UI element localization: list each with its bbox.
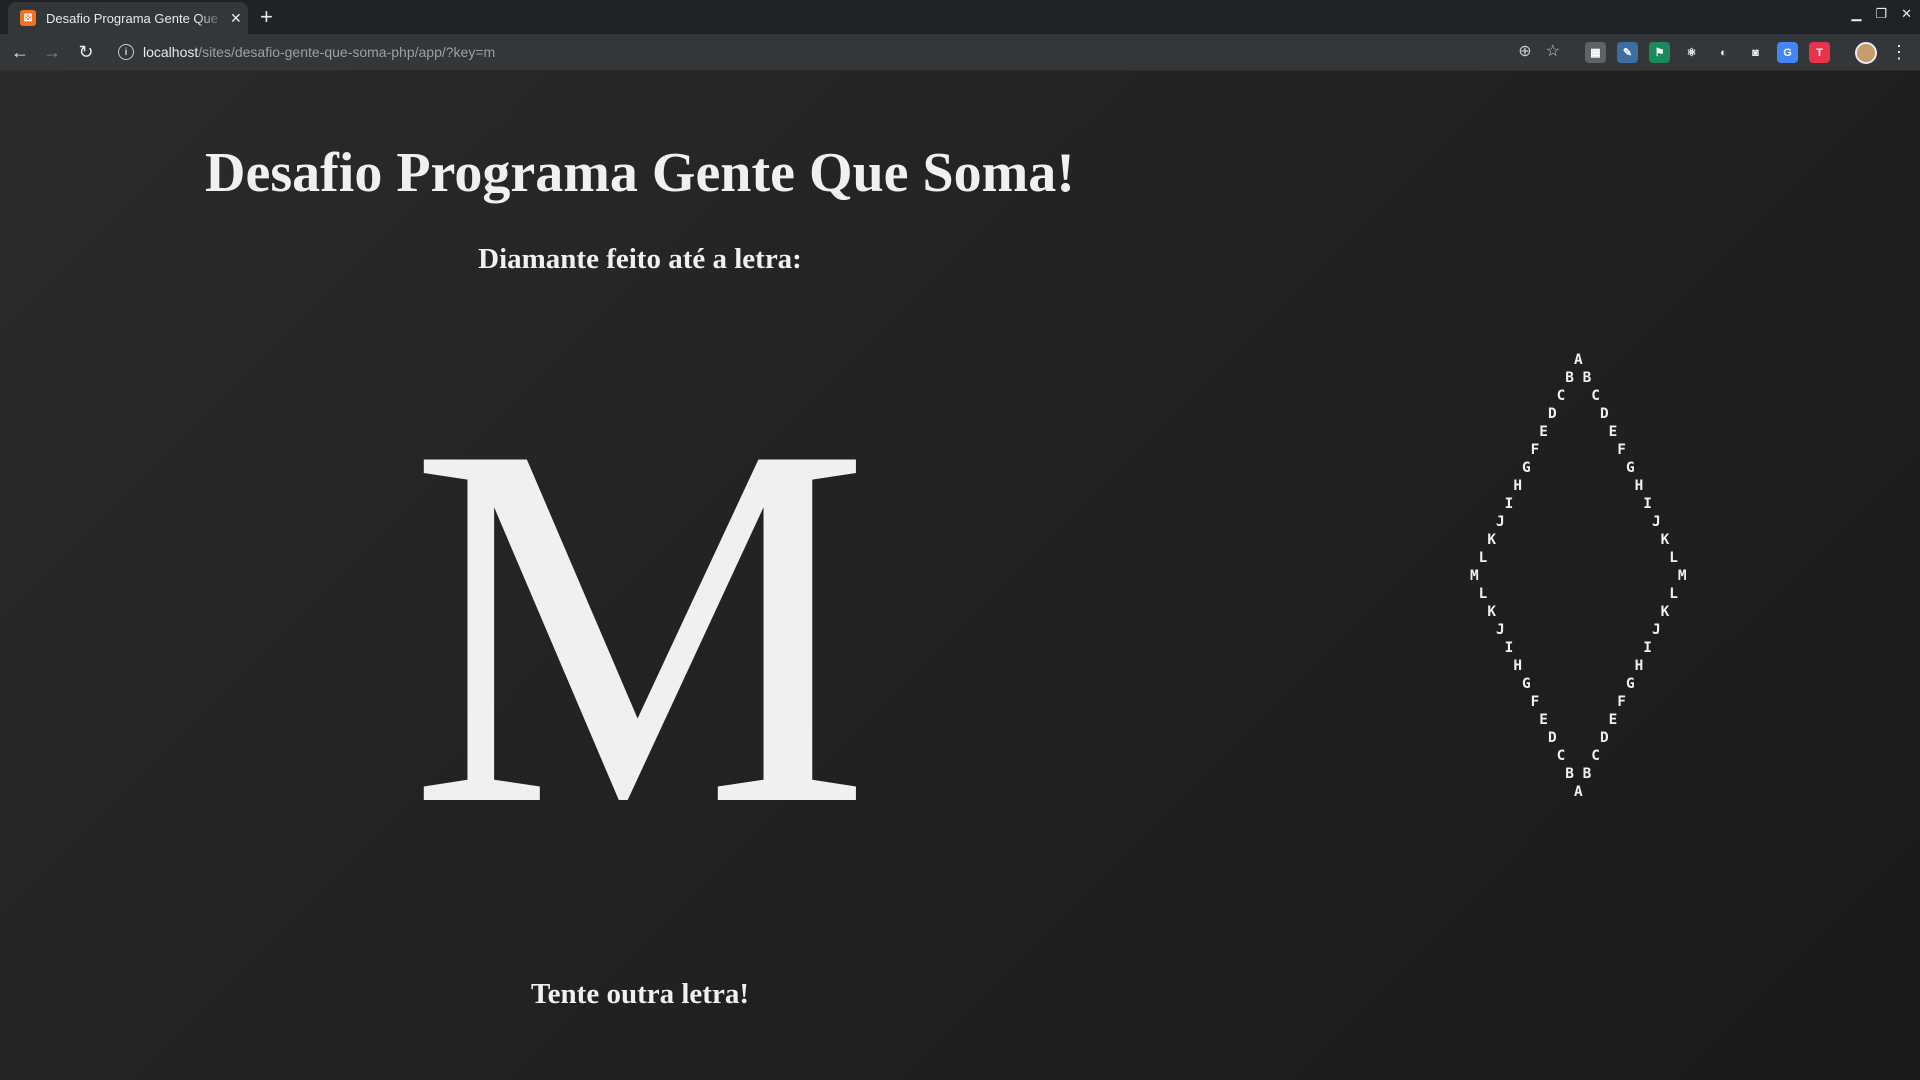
url-host: localhost <box>143 44 199 60</box>
diamond-row: D D <box>1470 730 1609 746</box>
extension-5-icon[interactable]: ◐ <box>1713 42 1734 63</box>
diamond-row: L L <box>1470 550 1678 566</box>
tab-title: Desafio Programa Gente Que Soma! <box>46 10 224 26</box>
diamond-row: I I <box>1470 640 1652 656</box>
zoom-icon[interactable]: ⊕ <box>1518 39 1531 65</box>
extension-3-icon[interactable]: ⚑ <box>1649 42 1670 63</box>
close-tab-icon[interactable]: ✕ <box>230 10 242 27</box>
xampp-favicon-icon: ⚄ <box>20 10 36 26</box>
diamond-row: A <box>1470 352 1583 368</box>
diamond-row: M M <box>1470 568 1687 584</box>
selected-letter: M <box>408 338 872 913</box>
diamond-row: E E <box>1470 424 1618 440</box>
browser-tab[interactable]: ⚄ Desafio Programa Gente Que Soma! ✕ <box>8 2 248 34</box>
retry-message: Tente outra letra! <box>531 978 749 1010</box>
diamond-row: D D <box>1470 406 1609 422</box>
menu-dots-icon[interactable]: ⋮ <box>1890 42 1908 62</box>
page-title: Desafio Programa Gente Que Soma! <box>205 142 1075 204</box>
letter-diamond: A B B C C D D E E F F G G H H I I J J K … <box>1470 351 1687 801</box>
diamond-row: L L <box>1470 586 1678 602</box>
omnibox-icons: ⊕ ☆ <box>1518 39 1560 65</box>
diamond-row: C C <box>1470 748 1600 764</box>
diamond-row: J J <box>1470 514 1661 530</box>
diamond-row: B B <box>1470 766 1592 782</box>
minimize-icon[interactable]: ▁ <box>1851 6 1861 22</box>
url-text[interactable]: localhost/sites/desafio-gente-que-soma-p… <box>143 44 495 60</box>
extension-8-icon[interactable]: T <box>1809 42 1830 63</box>
address-bar[interactable]: i localhost/sites/desafio-gente-que-soma… <box>110 39 1560 65</box>
new-tab-icon[interactable]: + <box>260 4 273 30</box>
page-content: Desafio Programa Gente Que Soma! Diamant… <box>0 71 1920 1080</box>
back-arrow-icon[interactable]: ← <box>8 40 32 64</box>
url-path: /sites/desafio-gente-que-soma-php/app/?k… <box>198 44 496 60</box>
extension-2-icon[interactable]: ✎ <box>1617 42 1638 63</box>
close-window-icon[interactable]: ✕ <box>1901 6 1912 22</box>
info-icon[interactable]: i <box>118 44 134 60</box>
reload-icon[interactable]: ↻ <box>74 40 98 64</box>
subtitle: Diamante feito até a letra: <box>478 243 802 275</box>
diamond-row: E E <box>1470 712 1618 728</box>
diamond-row: K K <box>1470 532 1670 548</box>
diamond-row: F F <box>1470 694 1626 710</box>
extension-4-icon[interactable]: ⚛ <box>1681 42 1702 63</box>
diamond-row: B B <box>1470 370 1592 386</box>
diamond-row: H H <box>1470 658 1644 674</box>
diamond-row: I I <box>1470 496 1652 512</box>
diamond-row: A <box>1470 784 1583 800</box>
window-controls: ▁ ❐ ✕ <box>1851 6 1912 22</box>
diamond-row: G G <box>1470 676 1635 692</box>
diamond-row: C C <box>1470 388 1600 404</box>
diamond-row: G G <box>1470 460 1635 476</box>
diamond-row: H H <box>1470 478 1644 494</box>
extensions-bar: ▦ ✎ ⚑ ⚛ ◐ ◙ G T <box>1585 42 1830 63</box>
diamond-row: J J <box>1470 622 1661 638</box>
browser-toolbar: ← → ↻ i localhost/sites/desafio-gente-qu… <box>0 34 1920 71</box>
forward-arrow-icon[interactable]: → <box>40 40 64 64</box>
extension-7-icon[interactable]: G <box>1777 42 1798 63</box>
profile-avatar[interactable] <box>1855 42 1877 64</box>
bookmark-star-icon[interactable]: ☆ <box>1546 39 1560 65</box>
diamond-row: K K <box>1470 604 1670 620</box>
restore-icon[interactable]: ❐ <box>1875 6 1887 22</box>
extension-1-icon[interactable]: ▦ <box>1585 42 1606 63</box>
extension-6-icon[interactable]: ◙ <box>1745 42 1766 63</box>
diamond-row: F F <box>1470 442 1626 458</box>
tab-strip: ⚄ Desafio Programa Gente Que Soma! ✕ + ▁… <box>0 0 1920 34</box>
